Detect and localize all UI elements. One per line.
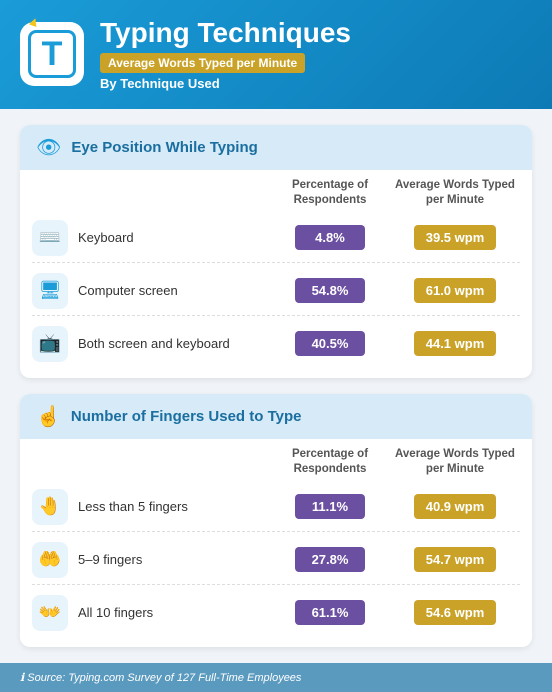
row-label: 5–9 fingers <box>78 552 270 567</box>
eye-icon: 👁 <box>36 135 61 160</box>
five9-icon: 🤲 <box>32 542 68 578</box>
fingers-col-pct-header: Percentage of Respondents <box>270 447 390 477</box>
screen-icon: 🖥 <box>32 273 68 309</box>
row-pct: 4.8% <box>270 225 390 250</box>
header: T Typing Techniques Average Words Typed … <box>0 0 552 109</box>
header-logo: T <box>20 22 84 86</box>
avg-badge: 39.5 wpm <box>414 225 497 250</box>
both-icon: 📺 <box>32 326 68 362</box>
footer: ℹ Source: Typing.com Survey of 127 Full-… <box>0 663 552 692</box>
row-avg: 61.0 wpm <box>390 278 520 303</box>
row-avg: 44.1 wpm <box>390 331 520 356</box>
pct-badge: 4.8% <box>295 225 365 250</box>
avg-badge: 44.1 wpm <box>414 331 497 356</box>
section-fingers-header: ☝️ Number of Fingers Used to Type <box>20 394 532 439</box>
avg-badge: 40.9 wpm <box>414 494 497 519</box>
row-avg: 54.6 wpm <box>390 600 520 625</box>
section-eye-header: 👁 Eye Position While Typing <box>20 125 532 170</box>
pct-badge: 54.8% <box>295 278 365 303</box>
table-row: 🖥 Computer screen 54.8% 61.0 wpm <box>32 267 520 316</box>
row-pct: 11.1% <box>270 494 390 519</box>
table-row: 📺 Both screen and keyboard 40.5% 44.1 wp… <box>32 320 520 368</box>
row-label: Computer screen <box>78 283 270 298</box>
row-label: All 10 fingers <box>78 605 270 620</box>
fingers-rows: 🤚 Less than 5 fingers 11.1% 40.9 wpm 🤲 5… <box>20 483 532 647</box>
row-label: Less than 5 fingers <box>78 499 270 514</box>
section-fingers-title: Number of Fingers Used to Type <box>71 408 302 425</box>
header-badge: Average Words Typed per Minute <box>100 53 305 73</box>
avg-badge: 61.0 wpm <box>414 278 497 303</box>
row-avg: 54.7 wpm <box>390 547 520 572</box>
pct-badge: 40.5% <box>295 331 365 356</box>
row-avg: 39.5 wpm <box>390 225 520 250</box>
footer-text: ℹ Source: Typing.com Survey of 127 Full-… <box>20 672 301 684</box>
row-label: Keyboard <box>78 230 270 245</box>
avg-badge: 54.6 wpm <box>414 600 497 625</box>
eye-col-headers: Percentage of Respondents Average Words … <box>20 170 532 214</box>
fingers-col-avg-header: Average Words Typed per Minute <box>390 447 520 477</box>
less5-icon: 🤚 <box>32 489 68 525</box>
pct-badge: 61.1% <box>295 600 365 625</box>
eye-rows: ⌨️ Keyboard 4.8% 39.5 wpm 🖥 Computer scr… <box>20 214 532 378</box>
table-row: ⌨️ Keyboard 4.8% 39.5 wpm <box>32 214 520 263</box>
eye-col-pct-header: Percentage of Respondents <box>270 178 390 208</box>
keyboard-icon: ⌨️ <box>32 220 68 256</box>
table-row: 🤲 5–9 fingers 27.8% 54.7 wpm <box>32 536 520 585</box>
section-eye-position: 👁 Eye Position While Typing Percentage o… <box>20 125 532 378</box>
header-text-block: Typing Techniques Average Words Typed pe… <box>100 18 351 91</box>
row-pct: 27.8% <box>270 547 390 572</box>
header-by: By Technique Used <box>100 76 351 91</box>
fingers-col-headers: Percentage of Respondents Average Words … <box>20 439 532 483</box>
table-row: 👐 All 10 fingers 61.1% 54.6 wpm <box>32 589 520 637</box>
section-eye-title: Eye Position While Typing <box>71 139 257 156</box>
row-pct: 40.5% <box>270 331 390 356</box>
content-area: 👁 Eye Position While Typing Percentage o… <box>0 109 552 663</box>
avg-badge: 54.7 wpm <box>414 547 497 572</box>
finger-icon: ☝️ <box>36 404 61 429</box>
section-fingers: ☝️ Number of Fingers Used to Type Percen… <box>20 394 532 647</box>
row-pct: 54.8% <box>270 278 390 303</box>
header-logo-letter: T <box>28 30 76 78</box>
table-row: 🤚 Less than 5 fingers 11.1% 40.9 wpm <box>32 483 520 532</box>
pct-badge: 27.8% <box>295 547 365 572</box>
eye-col-avg-header: Average Words Typed per Minute <box>390 178 520 208</box>
row-avg: 40.9 wpm <box>390 494 520 519</box>
pct-badge: 11.1% <box>295 494 365 519</box>
header-title: Typing Techniques <box>100 18 351 49</box>
row-label: Both screen and keyboard <box>78 336 270 351</box>
row-pct: 61.1% <box>270 600 390 625</box>
